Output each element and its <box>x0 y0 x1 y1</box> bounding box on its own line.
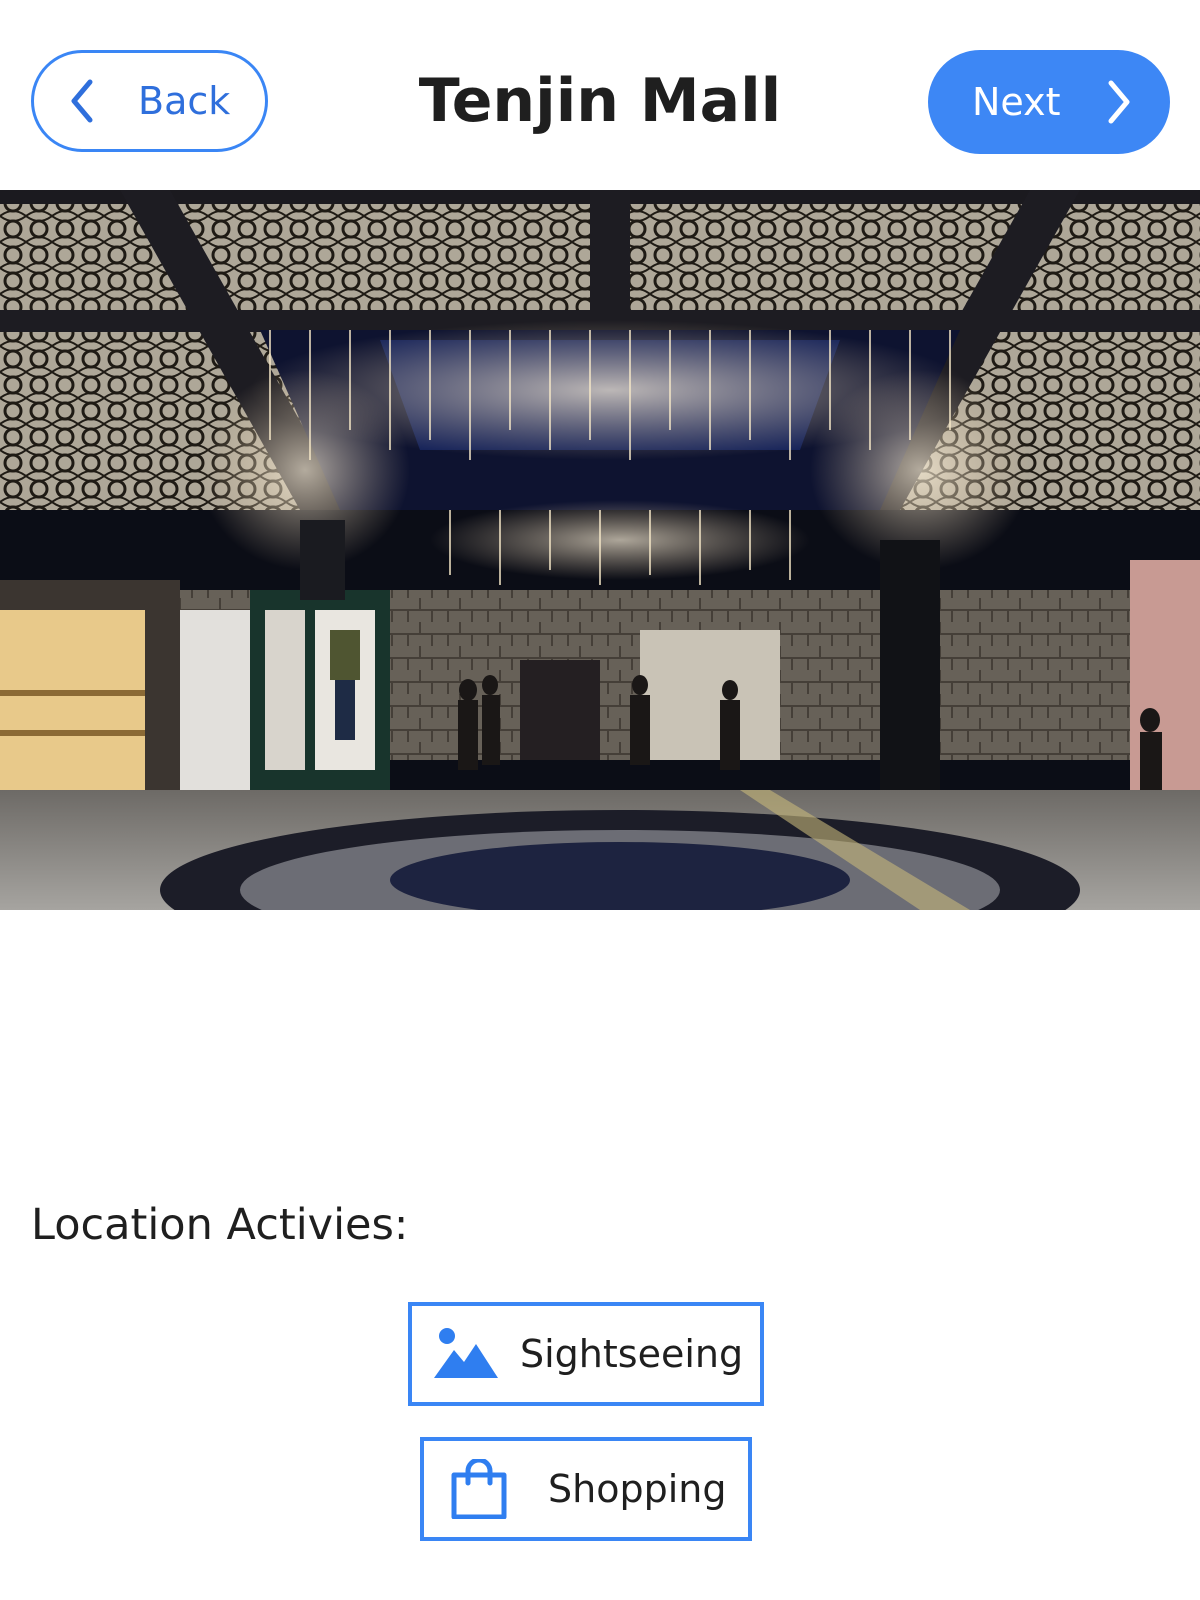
next-button[interactable]: Next <box>928 50 1170 154</box>
mountain-image-icon <box>434 1328 498 1378</box>
activity-sightseeing[interactable]: Sightseeing <box>408 1302 764 1406</box>
activity-label: Shopping <box>548 1467 727 1511</box>
shopping-bag-icon <box>451 1459 507 1519</box>
next-button-label: Next <box>972 80 1061 124</box>
activity-label: Sightseeing <box>520 1332 744 1376</box>
activity-shopping[interactable]: Shopping <box>420 1437 752 1541</box>
location-photo <box>0 190 1200 910</box>
mall-interior-illustration <box>0 190 1200 910</box>
location-detail-page: Back Tenjin Mall Next Location Activies:… <box>0 0 1200 1600</box>
chevron-right-icon <box>1108 80 1130 124</box>
activities-heading: Location Activies: <box>31 1200 409 1250</box>
